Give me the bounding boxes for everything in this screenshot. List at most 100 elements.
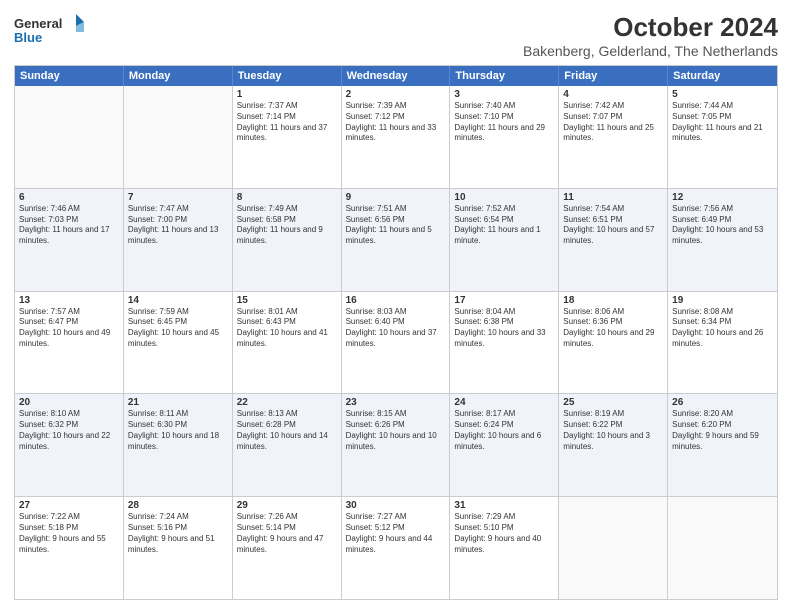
svg-text:General: General [14,16,62,31]
day-cell-14: 14Sunrise: 7:59 AMSunset: 6:45 PMDayligh… [124,292,233,394]
day-info: Sunrise: 8:01 AMSunset: 6:43 PMDaylight:… [237,307,337,350]
day-number: 28 [128,500,228,511]
logo: General Blue [14,12,84,50]
day-cell-26: 26Sunrise: 8:20 AMSunset: 6:20 PMDayligh… [668,394,777,496]
svg-text:Blue: Blue [14,30,42,45]
day-cell-7: 7Sunrise: 7:47 AMSunset: 7:00 PMDaylight… [124,189,233,291]
day-info: Sunrise: 8:15 AMSunset: 6:26 PMDaylight:… [346,409,446,452]
calendar-row-5: 27Sunrise: 7:22 AMSunset: 5:18 PMDayligh… [15,496,777,599]
day-info: Sunrise: 8:20 AMSunset: 6:20 PMDaylight:… [672,409,773,452]
day-info: Sunrise: 7:59 AMSunset: 6:45 PMDaylight:… [128,307,228,350]
day-cell-11: 11Sunrise: 7:54 AMSunset: 6:51 PMDayligh… [559,189,668,291]
day-info: Sunrise: 7:42 AMSunset: 7:07 PMDaylight:… [563,101,663,144]
day-number: 18 [563,295,663,306]
day-info: Sunrise: 7:51 AMSunset: 6:56 PMDaylight:… [346,204,446,247]
title-block: October 2024 Bakenberg, Gelderland, The … [523,12,778,59]
day-info: Sunrise: 7:40 AMSunset: 7:10 PMDaylight:… [454,101,554,144]
day-info: Sunrise: 7:46 AMSunset: 7:03 PMDaylight:… [19,204,119,247]
day-info: Sunrise: 8:17 AMSunset: 6:24 PMDaylight:… [454,409,554,452]
day-header-friday: Friday [559,66,668,86]
day-cell-5: 5Sunrise: 7:44 AMSunset: 7:05 PMDaylight… [668,86,777,188]
day-cell-8: 8Sunrise: 7:49 AMSunset: 6:58 PMDaylight… [233,189,342,291]
day-info: Sunrise: 7:26 AMSunset: 5:14 PMDaylight:… [237,512,337,555]
day-number: 31 [454,500,554,511]
day-cell-24: 24Sunrise: 8:17 AMSunset: 6:24 PMDayligh… [450,394,559,496]
day-number: 14 [128,295,228,306]
day-cell-19: 19Sunrise: 8:08 AMSunset: 6:34 PMDayligh… [668,292,777,394]
logo-svg: General Blue [14,12,84,50]
day-cell-20: 20Sunrise: 8:10 AMSunset: 6:32 PMDayligh… [15,394,124,496]
day-cell-22: 22Sunrise: 8:13 AMSunset: 6:28 PMDayligh… [233,394,342,496]
day-number: 17 [454,295,554,306]
day-number: 4 [563,89,663,100]
day-number: 1 [237,89,337,100]
day-cell-17: 17Sunrise: 8:04 AMSunset: 6:38 PMDayligh… [450,292,559,394]
day-cell-9: 9Sunrise: 7:51 AMSunset: 6:56 PMDaylight… [342,189,451,291]
day-number: 25 [563,397,663,408]
day-cell-31: 31Sunrise: 7:29 AMSunset: 5:10 PMDayligh… [450,497,559,599]
day-cell-10: 10Sunrise: 7:52 AMSunset: 6:54 PMDayligh… [450,189,559,291]
day-number: 16 [346,295,446,306]
day-number: 30 [346,500,446,511]
day-info: Sunrise: 7:24 AMSunset: 5:16 PMDaylight:… [128,512,228,555]
day-info: Sunrise: 7:54 AMSunset: 6:51 PMDaylight:… [563,204,663,247]
day-info: Sunrise: 7:52 AMSunset: 6:54 PMDaylight:… [454,204,554,247]
day-cell-27: 27Sunrise: 7:22 AMSunset: 5:18 PMDayligh… [15,497,124,599]
day-header-tuesday: Tuesday [233,66,342,86]
day-number: 24 [454,397,554,408]
day-number: 23 [346,397,446,408]
day-info: Sunrise: 7:22 AMSunset: 5:18 PMDaylight:… [19,512,119,555]
day-info: Sunrise: 8:13 AMSunset: 6:28 PMDaylight:… [237,409,337,452]
day-cell-13: 13Sunrise: 7:57 AMSunset: 6:47 PMDayligh… [15,292,124,394]
calendar-header: SundayMondayTuesdayWednesdayThursdayFrid… [15,66,777,86]
main-title: October 2024 [523,12,778,43]
day-info: Sunrise: 7:44 AMSunset: 7:05 PMDaylight:… [672,101,773,144]
day-number: 12 [672,192,773,203]
day-info: Sunrise: 8:11 AMSunset: 6:30 PMDaylight:… [128,409,228,452]
day-header-thursday: Thursday [450,66,559,86]
day-number: 15 [237,295,337,306]
day-info: Sunrise: 8:19 AMSunset: 6:22 PMDaylight:… [563,409,663,452]
day-cell-3: 3Sunrise: 7:40 AMSunset: 7:10 PMDaylight… [450,86,559,188]
day-number: 20 [19,397,119,408]
day-cell-21: 21Sunrise: 8:11 AMSunset: 6:30 PMDayligh… [124,394,233,496]
empty-cell [124,86,233,188]
day-info: Sunrise: 8:06 AMSunset: 6:36 PMDaylight:… [563,307,663,350]
day-header-wednesday: Wednesday [342,66,451,86]
day-header-monday: Monday [124,66,233,86]
day-number: 19 [672,295,773,306]
day-number: 9 [346,192,446,203]
calendar-row-4: 20Sunrise: 8:10 AMSunset: 6:32 PMDayligh… [15,393,777,496]
calendar-body: 1Sunrise: 7:37 AMSunset: 7:14 PMDaylight… [15,86,777,599]
day-cell-6: 6Sunrise: 7:46 AMSunset: 7:03 PMDaylight… [15,189,124,291]
day-number: 26 [672,397,773,408]
day-number: 6 [19,192,119,203]
day-info: Sunrise: 7:37 AMSunset: 7:14 PMDaylight:… [237,101,337,144]
day-cell-28: 28Sunrise: 7:24 AMSunset: 5:16 PMDayligh… [124,497,233,599]
day-info: Sunrise: 7:27 AMSunset: 5:12 PMDaylight:… [346,512,446,555]
day-number: 3 [454,89,554,100]
day-number: 21 [128,397,228,408]
day-header-sunday: Sunday [15,66,124,86]
day-number: 22 [237,397,337,408]
day-info: Sunrise: 7:47 AMSunset: 7:00 PMDaylight:… [128,204,228,247]
day-info: Sunrise: 8:08 AMSunset: 6:34 PMDaylight:… [672,307,773,350]
day-number: 10 [454,192,554,203]
empty-cell [668,497,777,599]
day-cell-25: 25Sunrise: 8:19 AMSunset: 6:22 PMDayligh… [559,394,668,496]
day-info: Sunrise: 7:39 AMSunset: 7:12 PMDaylight:… [346,101,446,144]
day-number: 8 [237,192,337,203]
day-cell-4: 4Sunrise: 7:42 AMSunset: 7:07 PMDaylight… [559,86,668,188]
calendar-row-3: 13Sunrise: 7:57 AMSunset: 6:47 PMDayligh… [15,291,777,394]
day-number: 5 [672,89,773,100]
day-cell-1: 1Sunrise: 7:37 AMSunset: 7:14 PMDaylight… [233,86,342,188]
calendar-row-1: 1Sunrise: 7:37 AMSunset: 7:14 PMDaylight… [15,86,777,188]
day-cell-23: 23Sunrise: 8:15 AMSunset: 6:26 PMDayligh… [342,394,451,496]
calendar: SundayMondayTuesdayWednesdayThursdayFrid… [14,65,778,600]
day-info: Sunrise: 7:49 AMSunset: 6:58 PMDaylight:… [237,204,337,247]
day-cell-15: 15Sunrise: 8:01 AMSunset: 6:43 PMDayligh… [233,292,342,394]
day-cell-29: 29Sunrise: 7:26 AMSunset: 5:14 PMDayligh… [233,497,342,599]
day-number: 29 [237,500,337,511]
empty-cell [559,497,668,599]
day-info: Sunrise: 7:57 AMSunset: 6:47 PMDaylight:… [19,307,119,350]
